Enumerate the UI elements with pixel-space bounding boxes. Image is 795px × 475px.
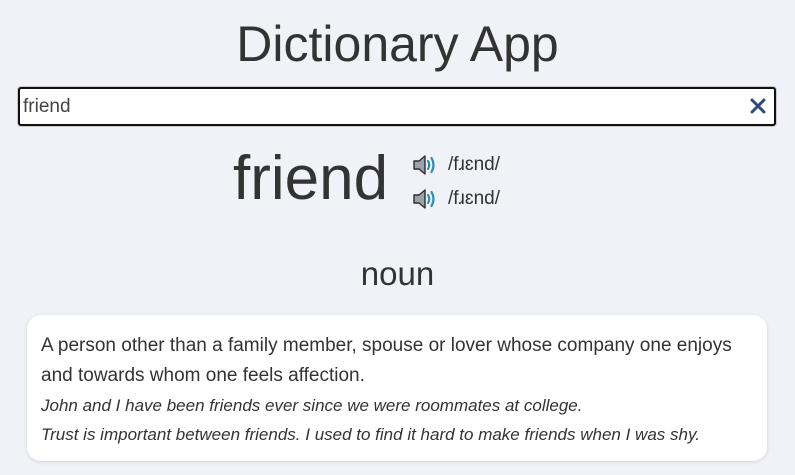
speaker-icon[interactable] [412, 154, 438, 176]
example-sentence: John and I have been friends ever since … [41, 396, 583, 415]
pronunciation-row: /fɹɛnd/ [412, 186, 500, 212]
example-sentence: Trust is important between friends. [41, 425, 301, 444]
ipa-text: /fɹɛnd/ [448, 154, 501, 175]
example-sentence: I used to find it hard to make friends w… [305, 425, 700, 444]
definition-text: A person other than a family member, spo… [41, 335, 732, 386]
pronunciation-row: /fɹɛnd/ [412, 152, 500, 178]
speaker-icon[interactable] [412, 188, 438, 210]
close-icon[interactable] [748, 96, 768, 116]
ipa-text: /fɹɛnd/ [448, 188, 501, 209]
search-input[interactable] [23, 89, 743, 124]
part-of-speech: noun [360, 255, 435, 292]
examples: John and I have been friends ever since … [41, 391, 753, 449]
app-title: Dictionary App [236, 16, 559, 72]
headword: friend [233, 144, 389, 213]
definition-card: A person other than a family member, spo… [27, 315, 767, 461]
search-box [18, 87, 776, 126]
